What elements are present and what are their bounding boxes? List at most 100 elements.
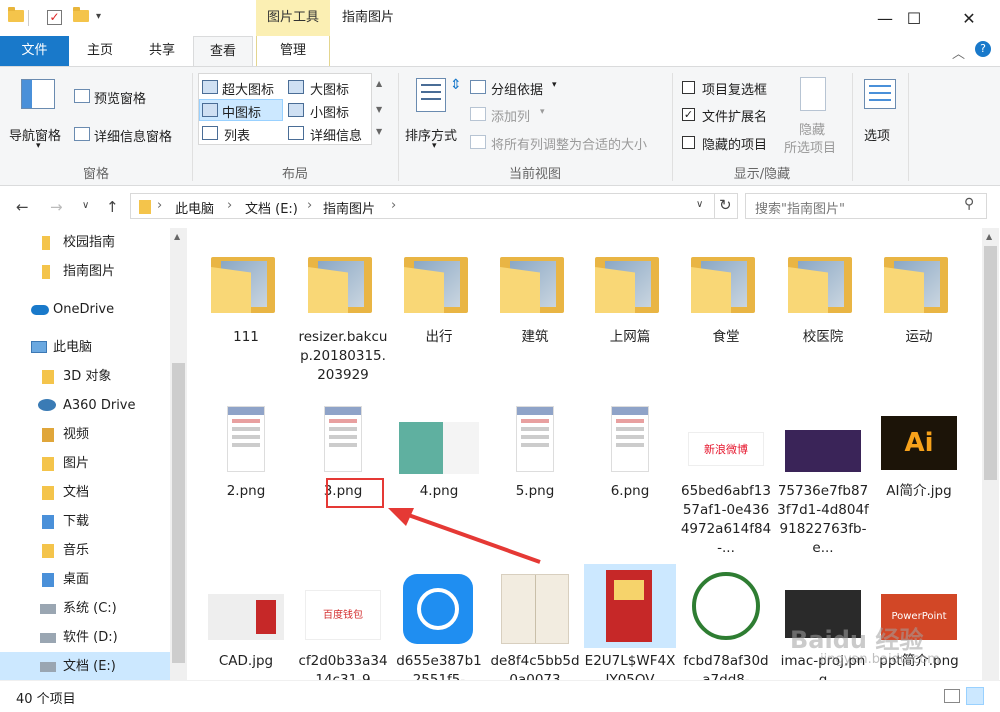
- folder-item[interactable]: 上网篇: [584, 240, 676, 347]
- file-item[interactable]: 75736e7fb873f7d1-4d804f91822763fb-e...: [777, 394, 869, 558]
- folder-icon: [139, 200, 151, 214]
- breadcrumb-current-folder[interactable]: 指南图片: [323, 198, 375, 217]
- forward-arrow-icon[interactable]: →: [50, 198, 63, 216]
- new-folder-icon[interactable]: [73, 7, 89, 22]
- collapse-ribbon-icon[interactable]: ︿: [952, 43, 965, 62]
- nav-item-documents[interactable]: 文档: [0, 478, 170, 507]
- breadcrumb-this-pc[interactable]: 此电脑: [175, 198, 214, 217]
- nav-item-pictures[interactable]: 图片: [0, 449, 170, 478]
- scroll-up-icon[interactable]: ▲: [986, 232, 992, 241]
- nav-item-software-d[interactable]: 软件 (D:): [0, 623, 170, 652]
- tab-share[interactable]: 共享: [134, 36, 190, 66]
- nav-pane-scroll-thumb[interactable]: [172, 363, 185, 663]
- search-box[interactable]: 搜索"指南图片" ⚲: [745, 193, 987, 219]
- recent-locations-icon[interactable]: ∨: [82, 200, 89, 211]
- file-extensions-toggle[interactable]: ✓ 文件扩展名: [680, 105, 790, 125]
- content-scroll-thumb[interactable]: [984, 246, 997, 480]
- nav-item-downloads[interactable]: 下载: [0, 507, 170, 536]
- size-columns-button[interactable]: 将所有列调整为合适的大小: [470, 132, 670, 154]
- group-by-button[interactable]: 分组依据 ▾: [470, 77, 570, 99]
- folder-item[interactable]: 校医院: [777, 240, 869, 347]
- refresh-icon[interactable]: ↻: [719, 196, 732, 214]
- file-item[interactable]: 4.png: [393, 394, 485, 501]
- divider: [908, 73, 909, 181]
- nav-item-campus-guide[interactable]: 校园指南: [0, 228, 170, 257]
- hidden-items-toggle[interactable]: 隐藏的项目: [680, 133, 790, 153]
- file-item[interactable]: CAD.jpg: [200, 564, 292, 671]
- folder-item[interactable]: 111: [200, 240, 292, 347]
- tab-manage[interactable]: 管理: [256, 36, 330, 66]
- file-item[interactable]: 5.png: [489, 394, 581, 501]
- nav-item-documents-e[interactable]: 文档 (E:): [0, 652, 170, 681]
- expand-gallery-icon[interactable]: ▼: [376, 127, 382, 136]
- large-icons-view-icon[interactable]: [966, 687, 984, 705]
- thumbnail: [393, 564, 485, 648]
- folder-icon[interactable]: [8, 7, 24, 22]
- folder-item[interactable]: resizer.bakcup.20180315.203929: [297, 240, 389, 385]
- folder-item[interactable]: 出行: [393, 240, 485, 347]
- properties-icon[interactable]: ✓: [47, 10, 62, 25]
- layout-medium[interactable]: 中图标: [202, 101, 286, 121]
- file-item[interactable]: 6.png: [584, 394, 676, 501]
- nav-item-music[interactable]: 音乐: [0, 536, 170, 565]
- scroll-down-icon[interactable]: ▼: [376, 105, 382, 114]
- nav-item-a360-drive[interactable]: A360 Drive: [0, 391, 170, 420]
- file-item[interactable]: fcbd78af30da7dd8-: [680, 564, 772, 680]
- search-input[interactable]: 搜索"指南图片": [755, 198, 845, 217]
- content-scrollbar[interactable]: ▲: [982, 228, 999, 680]
- up-arrow-icon[interactable]: ↑: [106, 198, 119, 216]
- file-item[interactable]: E2U7L$WF4XIY05OV: [584, 564, 676, 680]
- nav-item-desktop[interactable]: 桌面: [0, 565, 170, 594]
- file-item[interactable]: 2.png: [200, 394, 292, 501]
- maximize-button[interactable]: ☐: [891, 0, 937, 36]
- layout-details[interactable]: 详细信息: [288, 124, 372, 144]
- layout-item-label: 中图标: [222, 106, 262, 121]
- item-checkboxes-toggle[interactable]: 项目复选框: [680, 78, 790, 98]
- folder-item[interactable]: 食堂: [680, 240, 772, 347]
- close-button[interactable]: ✕: [946, 0, 992, 36]
- help-icon[interactable]: ?: [975, 41, 991, 57]
- options-button[interactable]: 选项: [856, 75, 906, 157]
- file-item[interactable]: de8f4c5bb5d0a0073: [489, 564, 581, 680]
- search-icon[interactable]: ⚲: [964, 196, 974, 212]
- nav-pane-button[interactable]: 导航窗格 ▾: [6, 75, 68, 155]
- file-extensions-label: 文件扩展名: [702, 110, 768, 125]
- back-arrow-icon[interactable]: ←: [16, 198, 29, 216]
- nav-item-this-pc[interactable]: 此电脑: [0, 333, 170, 362]
- preview-pane-button[interactable]: 预览窗格: [72, 85, 182, 107]
- nav-item-videos[interactable]: 视频: [0, 420, 170, 449]
- file-item[interactable]: d655e387b12551f5-: [393, 564, 485, 680]
- address-dropdown-icon[interactable]: ∨: [696, 199, 703, 210]
- layout-extra-large[interactable]: 超大图标: [202, 78, 286, 98]
- file-name: 4.png: [419, 483, 459, 499]
- breadcrumb-documents-e[interactable]: 文档 (E:): [245, 198, 298, 217]
- folder-icon: [211, 257, 275, 313]
- layout-large[interactable]: 大图标: [288, 78, 372, 98]
- folder-item[interactable]: 建筑: [489, 240, 581, 347]
- sort-by-button[interactable]: ⇕ 排序方式 ▾: [402, 75, 468, 157]
- layout-small[interactable]: 小图标: [288, 101, 372, 121]
- file-item[interactable]: 百度钱包 cf2d0b33a3414c31-9: [297, 564, 389, 680]
- nav-item-3d-objects[interactable]: 3D 对象: [0, 362, 170, 391]
- details-view-icon[interactable]: [944, 689, 960, 703]
- extra-large-icons-icon: [202, 80, 218, 94]
- scroll-up-icon[interactable]: ▲: [376, 79, 382, 88]
- tab-file[interactable]: 文件: [0, 36, 69, 66]
- add-column-button[interactable]: 添加列 ▾: [470, 104, 570, 126]
- layout-list[interactable]: 列表: [202, 124, 286, 144]
- nav-item-guide-pictures[interactable]: 指南图片: [0, 257, 170, 286]
- folder-item[interactable]: 运动: [873, 240, 965, 347]
- file-item[interactable]: 新浪微博 65bed6abf1357af1-0e4364972a614f84-..…: [680, 394, 772, 558]
- details-pane-button[interactable]: 详细信息窗格: [72, 123, 190, 145]
- nav-item-system-c[interactable]: 系统 (C:): [0, 594, 170, 623]
- scroll-up-icon[interactable]: ▲: [174, 232, 180, 241]
- tab-view[interactable]: 查看: [193, 36, 253, 66]
- address-bar[interactable]: › 此电脑 › 文档 (E:) › 指南图片 › ∨ ↻: [130, 193, 738, 219]
- hide-selected-button[interactable]: 隐藏 所选项目: [782, 75, 846, 157]
- nav-pane-scrollbar[interactable]: ▲: [170, 228, 187, 680]
- nav-item-onedrive[interactable]: OneDrive: [0, 295, 170, 324]
- customize-toolbar-icon[interactable]: ▾: [96, 11, 101, 22]
- tab-home[interactable]: 主页: [72, 36, 128, 66]
- breadcrumb-separator-icon: ›: [391, 198, 397, 213]
- file-item[interactable]: Ai AI简介.jpg: [873, 394, 965, 501]
